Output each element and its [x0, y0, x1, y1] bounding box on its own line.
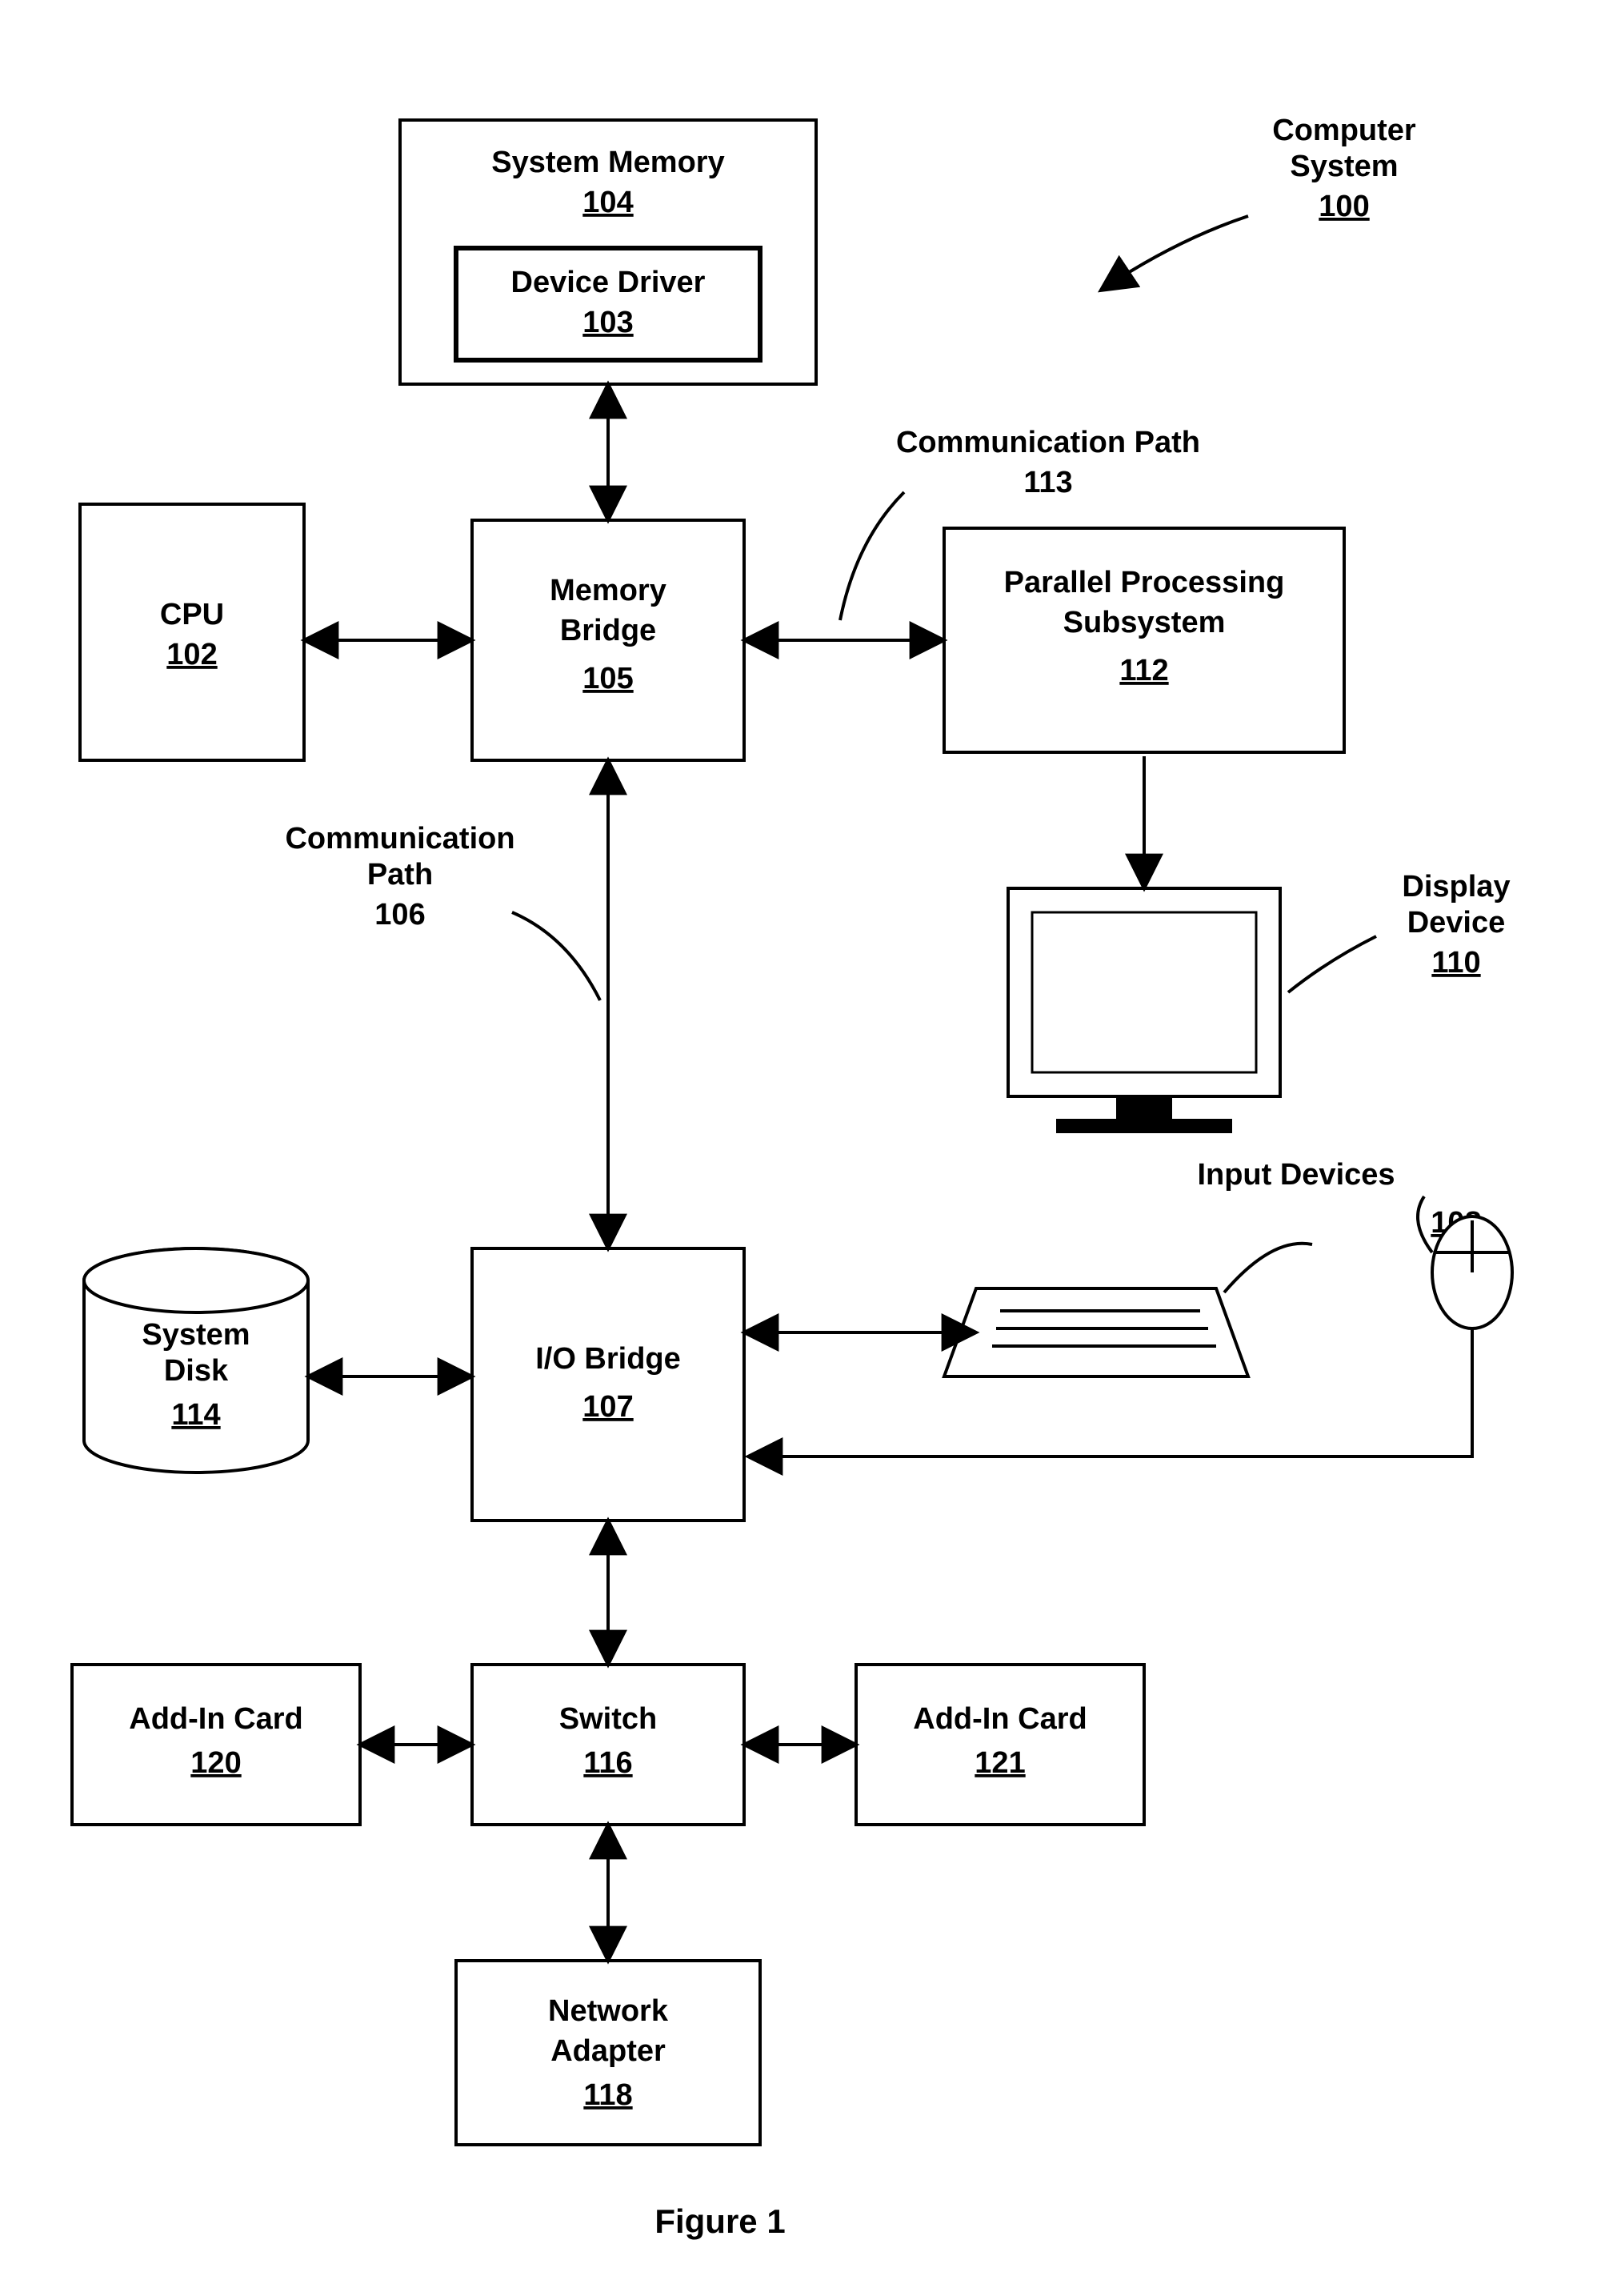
net-adapter-label-1: Network: [548, 1994, 669, 2028]
addin-left-label: Add-In Card: [129, 1702, 302, 1736]
memory-bridge-label-1: Memory: [550, 574, 666, 607]
figure-caption: Figure 1: [654, 2202, 785, 2240]
system-memory-box: System Memory 104 Device Driver 103: [400, 120, 816, 384]
addin-right-label: Add-In Card: [913, 1702, 1087, 1736]
input-devices: Input Devices 108: [752, 1158, 1512, 1457]
input-devices-label: Input Devices: [1197, 1158, 1395, 1192]
switch-box: Switch 116: [472, 1665, 744, 1825]
comm-path-106-label: Communication Path 106: [285, 822, 600, 1000]
system-memory-num: 104: [582, 186, 633, 219]
addin-card-right-box: Add-In Card 121: [856, 1665, 1144, 1825]
cpu-label: CPU: [160, 598, 224, 631]
memory-bridge-label-2: Bridge: [560, 614, 656, 647]
svg-text:Communication: Communication: [285, 822, 514, 855]
pps-box: Parallel Processing Subsystem 112: [944, 528, 1344, 752]
device-driver-num: 103: [582, 306, 633, 339]
pps-label-2: Subsystem: [1063, 606, 1226, 639]
pps-num: 112: [1119, 654, 1168, 687]
system-disk-label-2: Disk: [164, 1354, 229, 1388]
system-disk-num: 114: [171, 1398, 220, 1432]
display-device: Display Device 110: [1008, 870, 1511, 1133]
diagram-canvas: Computer System 100 System Memory 104 De…: [0, 0, 1617, 2296]
pps-label-1: Parallel Processing: [1004, 566, 1285, 599]
addin-left-num: 120: [190, 1746, 241, 1780]
overall-label-line1: Computer: [1272, 114, 1416, 147]
net-adapter-num: 118: [583, 2078, 632, 2112]
display-label-2: Device: [1407, 906, 1506, 940]
addin-right-num: 121: [975, 1746, 1025, 1780]
system-disk-label-1: System: [142, 1318, 250, 1352]
overall-label-line2: System: [1290, 150, 1398, 183]
memory-bridge-num: 105: [582, 662, 633, 695]
system-memory-label: System Memory: [491, 146, 724, 179]
switch-num: 116: [583, 1746, 632, 1780]
svg-text:Communication Path: Communication Path: [896, 426, 1200, 459]
cpu-box: CPU 102: [80, 504, 304, 760]
device-driver-label: Device Driver: [511, 266, 706, 299]
display-label-1: Display: [1402, 870, 1510, 904]
svg-text:Path: Path: [367, 858, 433, 892]
memory-bridge-box: Memory Bridge 105: [472, 520, 744, 760]
io-bridge-label: I/O Bridge: [535, 1342, 681, 1376]
switch-label: Switch: [559, 1702, 657, 1736]
cpu-num: 102: [166, 638, 217, 671]
overall-system-label: Computer System 100: [1104, 114, 1416, 288]
network-adapter-box: Network Adapter 118: [456, 1961, 760, 2145]
net-adapter-label-2: Adapter: [550, 2034, 666, 2068]
svg-text:113: 113: [1023, 466, 1072, 499]
io-bridge-box: I/O Bridge 107: [472, 1248, 744, 1521]
io-bridge-num: 107: [582, 1390, 633, 1424]
system-disk: System Disk 114: [84, 1248, 308, 1473]
addin-card-left-box: Add-In Card 120: [72, 1665, 360, 1825]
svg-text:106: 106: [374, 898, 425, 932]
overall-num: 100: [1319, 190, 1369, 223]
keyboard-icon: [944, 1288, 1248, 1376]
display-num: 110: [1431, 946, 1480, 980]
